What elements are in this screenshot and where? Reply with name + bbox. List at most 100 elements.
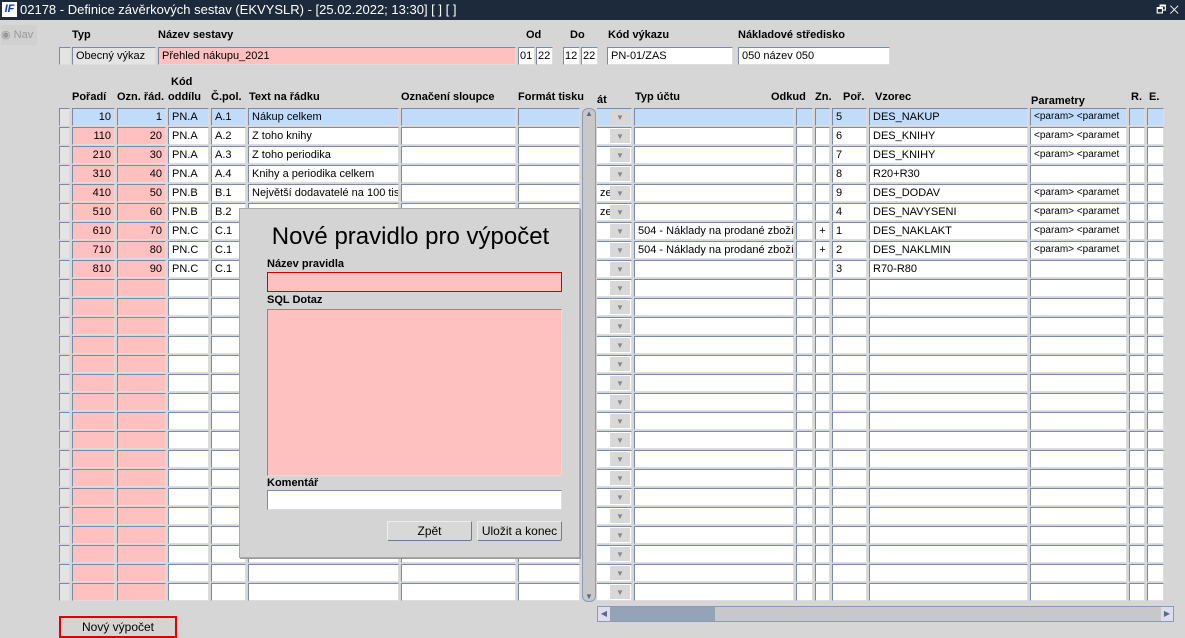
- chevron-down-icon[interactable]: ▼: [610, 433, 630, 447]
- cell-poradi[interactable]: [72, 431, 115, 449]
- cell-fmt[interactable]: ▼: [597, 431, 632, 449]
- cell-param[interactable]: [1030, 165, 1127, 183]
- cell-typ[interactable]: [634, 545, 794, 563]
- cell-poradi[interactable]: [72, 298, 115, 316]
- cell-zn[interactable]: [815, 431, 830, 449]
- cell-vzorec[interactable]: [869, 355, 1028, 373]
- do-month-field[interactable]: 12: [563, 47, 580, 65]
- cell-typ[interactable]: [634, 336, 794, 354]
- do-year-field[interactable]: 22: [581, 47, 598, 65]
- cell-format[interactable]: [518, 184, 580, 202]
- cell-vzorec[interactable]: [869, 450, 1028, 468]
- cell-oznsl[interactable]: [401, 127, 516, 145]
- cell-fmt[interactable]: ▼: [597, 564, 632, 582]
- cell-format[interactable]: [518, 146, 580, 164]
- cell-zn[interactable]: [815, 545, 830, 563]
- cell-por[interactable]: [832, 431, 867, 449]
- chevron-down-icon[interactable]: ▼: [610, 547, 630, 561]
- cell-r[interactable]: [1129, 507, 1145, 525]
- cell-param[interactable]: [1030, 317, 1127, 335]
- cell-r[interactable]: [1129, 108, 1145, 126]
- cell-param[interactable]: [1030, 583, 1127, 601]
- cell-typ[interactable]: [634, 507, 794, 525]
- chevron-down-icon[interactable]: ▼: [610, 281, 630, 295]
- cell-param[interactable]: [1030, 336, 1127, 354]
- cell-vzorec[interactable]: [869, 488, 1028, 506]
- chevron-down-icon[interactable]: ▼: [610, 319, 630, 333]
- chevron-down-icon[interactable]: ▼: [610, 471, 630, 485]
- cell-r[interactable]: [1129, 317, 1145, 335]
- cell-typ[interactable]: [634, 355, 794, 373]
- cell-vzorec[interactable]: [869, 336, 1028, 354]
- cell-cpol[interactable]: [211, 564, 246, 582]
- cell-text[interactable]: Z toho periodika: [248, 146, 399, 164]
- cell-sel[interactable]: [59, 260, 70, 278]
- cell-kod[interactable]: [168, 507, 209, 525]
- cell-fmt[interactable]: ▼: [597, 317, 632, 335]
- cell-poradi[interactable]: [72, 336, 115, 354]
- cell-fmt[interactable]: ▼: [597, 583, 632, 601]
- cell-r[interactable]: [1129, 393, 1145, 411]
- cell-ozn[interactable]: 1: [117, 108, 166, 126]
- cell-ozn[interactable]: [117, 355, 166, 373]
- cell-typ[interactable]: [634, 393, 794, 411]
- chevron-down-icon[interactable]: ▼: [610, 186, 630, 200]
- cell-ozn[interactable]: [117, 545, 166, 563]
- scroll-track[interactable]: [610, 607, 715, 621]
- cell-typ[interactable]: [634, 469, 794, 487]
- cell-zn[interactable]: [815, 507, 830, 525]
- cell-por[interactable]: 4: [832, 203, 867, 221]
- cell-param[interactable]: [1030, 412, 1127, 430]
- chevron-down-icon[interactable]: ▼: [610, 205, 630, 219]
- cell-zn[interactable]: [815, 412, 830, 430]
- chevron-down-icon[interactable]: ▼: [610, 262, 630, 276]
- cell-por[interactable]: [832, 412, 867, 430]
- cell-sel[interactable]: [59, 336, 70, 354]
- cell-text[interactable]: Knihy a periodika celkem: [248, 165, 399, 183]
- cell-cpol[interactable]: A.1: [211, 108, 246, 126]
- cell-odkud[interactable]: [796, 393, 813, 411]
- cell-typ[interactable]: [634, 317, 794, 335]
- cell-sel[interactable]: [59, 450, 70, 468]
- cell-vzorec[interactable]: DES_KNIHY: [869, 127, 1028, 145]
- cell-ozn[interactable]: [117, 507, 166, 525]
- cell-poradi[interactable]: 210: [72, 146, 115, 164]
- cell-poradi[interactable]: [72, 488, 115, 506]
- cell-sel[interactable]: [59, 317, 70, 335]
- cell-por[interactable]: [832, 469, 867, 487]
- cell-cpol[interactable]: A.2: [211, 127, 246, 145]
- cell-zn[interactable]: [815, 374, 830, 392]
- cell-zn[interactable]: [815, 336, 830, 354]
- cell-ozn[interactable]: [117, 393, 166, 411]
- cell-r[interactable]: [1129, 412, 1145, 430]
- cell-vzorec[interactable]: [869, 393, 1028, 411]
- cell-e[interactable]: [1147, 279, 1164, 297]
- cell-fmt[interactable]: ▼: [597, 241, 632, 259]
- cell-poradi[interactable]: [72, 450, 115, 468]
- cell-cpol[interactable]: [211, 583, 246, 601]
- cell-fmt[interactable]: ▼: [597, 165, 632, 183]
- od-month-field[interactable]: 01: [518, 47, 535, 65]
- chevron-down-icon[interactable]: ▼: [610, 585, 630, 599]
- cell-kod[interactable]: [168, 336, 209, 354]
- cell-text[interactable]: [248, 564, 399, 582]
- cell-vzorec[interactable]: DES_NAVYSENI: [869, 203, 1028, 221]
- cell-oznsl[interactable]: [401, 583, 516, 601]
- chevron-down-icon[interactable]: ▼: [610, 148, 630, 162]
- rule-name-input[interactable]: [267, 272, 562, 292]
- cell-param[interactable]: [1030, 507, 1127, 525]
- cell-zn[interactable]: [815, 108, 830, 126]
- cell-r[interactable]: [1129, 526, 1145, 544]
- cell-kod[interactable]: [168, 412, 209, 430]
- cell-odkud[interactable]: [796, 412, 813, 430]
- cell-ozn[interactable]: [117, 374, 166, 392]
- cell-odkud[interactable]: [796, 469, 813, 487]
- cell-ozn[interactable]: 20: [117, 127, 166, 145]
- cell-e[interactable]: [1147, 393, 1164, 411]
- cell-fmt[interactable]: ▼: [597, 526, 632, 544]
- cell-sel[interactable]: [59, 146, 70, 164]
- nav-radio[interactable]: ◉ Nav: [1, 25, 37, 45]
- cell-por[interactable]: 3: [832, 260, 867, 278]
- cell-zn[interactable]: [815, 203, 830, 221]
- cell-zn[interactable]: [815, 393, 830, 411]
